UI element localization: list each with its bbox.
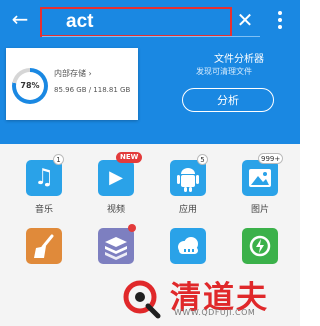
category-badge: 5 bbox=[197, 154, 208, 165]
back-arrow-icon[interactable]: ← bbox=[8, 8, 32, 32]
storage-size: 85.96 GB / 118.81 GB bbox=[54, 86, 131, 94]
storage-usage-ring: 78% bbox=[12, 68, 48, 104]
category-tile-apps[interactable]: 5 bbox=[170, 154, 208, 196]
video-play-icon: ▶ bbox=[109, 167, 123, 188]
search-input[interactable]: act bbox=[40, 7, 232, 37]
analyzer-title: 文件分析器 bbox=[214, 54, 264, 65]
picture-icon bbox=[242, 160, 278, 196]
category-label: 音乐 bbox=[34, 205, 53, 215]
category-badge: NEW bbox=[116, 152, 143, 163]
search-input-value: act bbox=[66, 11, 94, 32]
category-label: 应用 bbox=[178, 205, 197, 215]
category-tile-archive[interactable] bbox=[98, 224, 136, 264]
category-tile-sync[interactable] bbox=[242, 228, 278, 264]
category-tile-cloud[interactable] bbox=[170, 228, 206, 264]
storage-percent: 78% bbox=[16, 72, 44, 100]
category-tile-cleaner[interactable] bbox=[26, 228, 62, 264]
notification-dot bbox=[128, 224, 136, 232]
analyzer-subtitle: 发现可清理文件 bbox=[196, 67, 252, 76]
category-tile-pictures[interactable]: 999+ bbox=[242, 153, 284, 196]
music-note-icon: ♫ bbox=[34, 165, 54, 190]
analyze-button[interactable]: 分析 bbox=[182, 88, 274, 112]
category-tile-video[interactable]: ▶ NEW bbox=[98, 152, 143, 196]
internal-storage-card[interactable]: 78% 内部存储 › 85.96 GB / 118.81 GB bbox=[6, 48, 138, 120]
category-tile-music[interactable]: ♫ 1 bbox=[26, 154, 64, 196]
category-badge: 999+ bbox=[258, 153, 284, 164]
stack-archive-icon bbox=[98, 228, 134, 264]
top-bar: ← act ✕ bbox=[0, 0, 300, 40]
q-logo-icon bbox=[118, 276, 164, 320]
category-badge: 1 bbox=[53, 154, 64, 165]
broom-cleaner-icon bbox=[26, 228, 62, 264]
storage-title: 内部存储 › bbox=[54, 69, 92, 78]
watermark: 清道夫 WWW.QDFUJI.COM bbox=[118, 268, 288, 322]
clear-icon[interactable]: ✕ bbox=[233, 8, 257, 32]
category-label: 图片 bbox=[250, 205, 269, 215]
sync-lightning-icon bbox=[242, 228, 278, 264]
cloud-icon bbox=[170, 228, 206, 264]
more-menu-icon[interactable] bbox=[270, 8, 290, 34]
search-underline bbox=[42, 36, 260, 37]
android-app-icon bbox=[170, 160, 206, 196]
category-label: 视频 bbox=[106, 205, 125, 215]
watermark-url: WWW.QDFUJI.COM bbox=[174, 308, 256, 317]
